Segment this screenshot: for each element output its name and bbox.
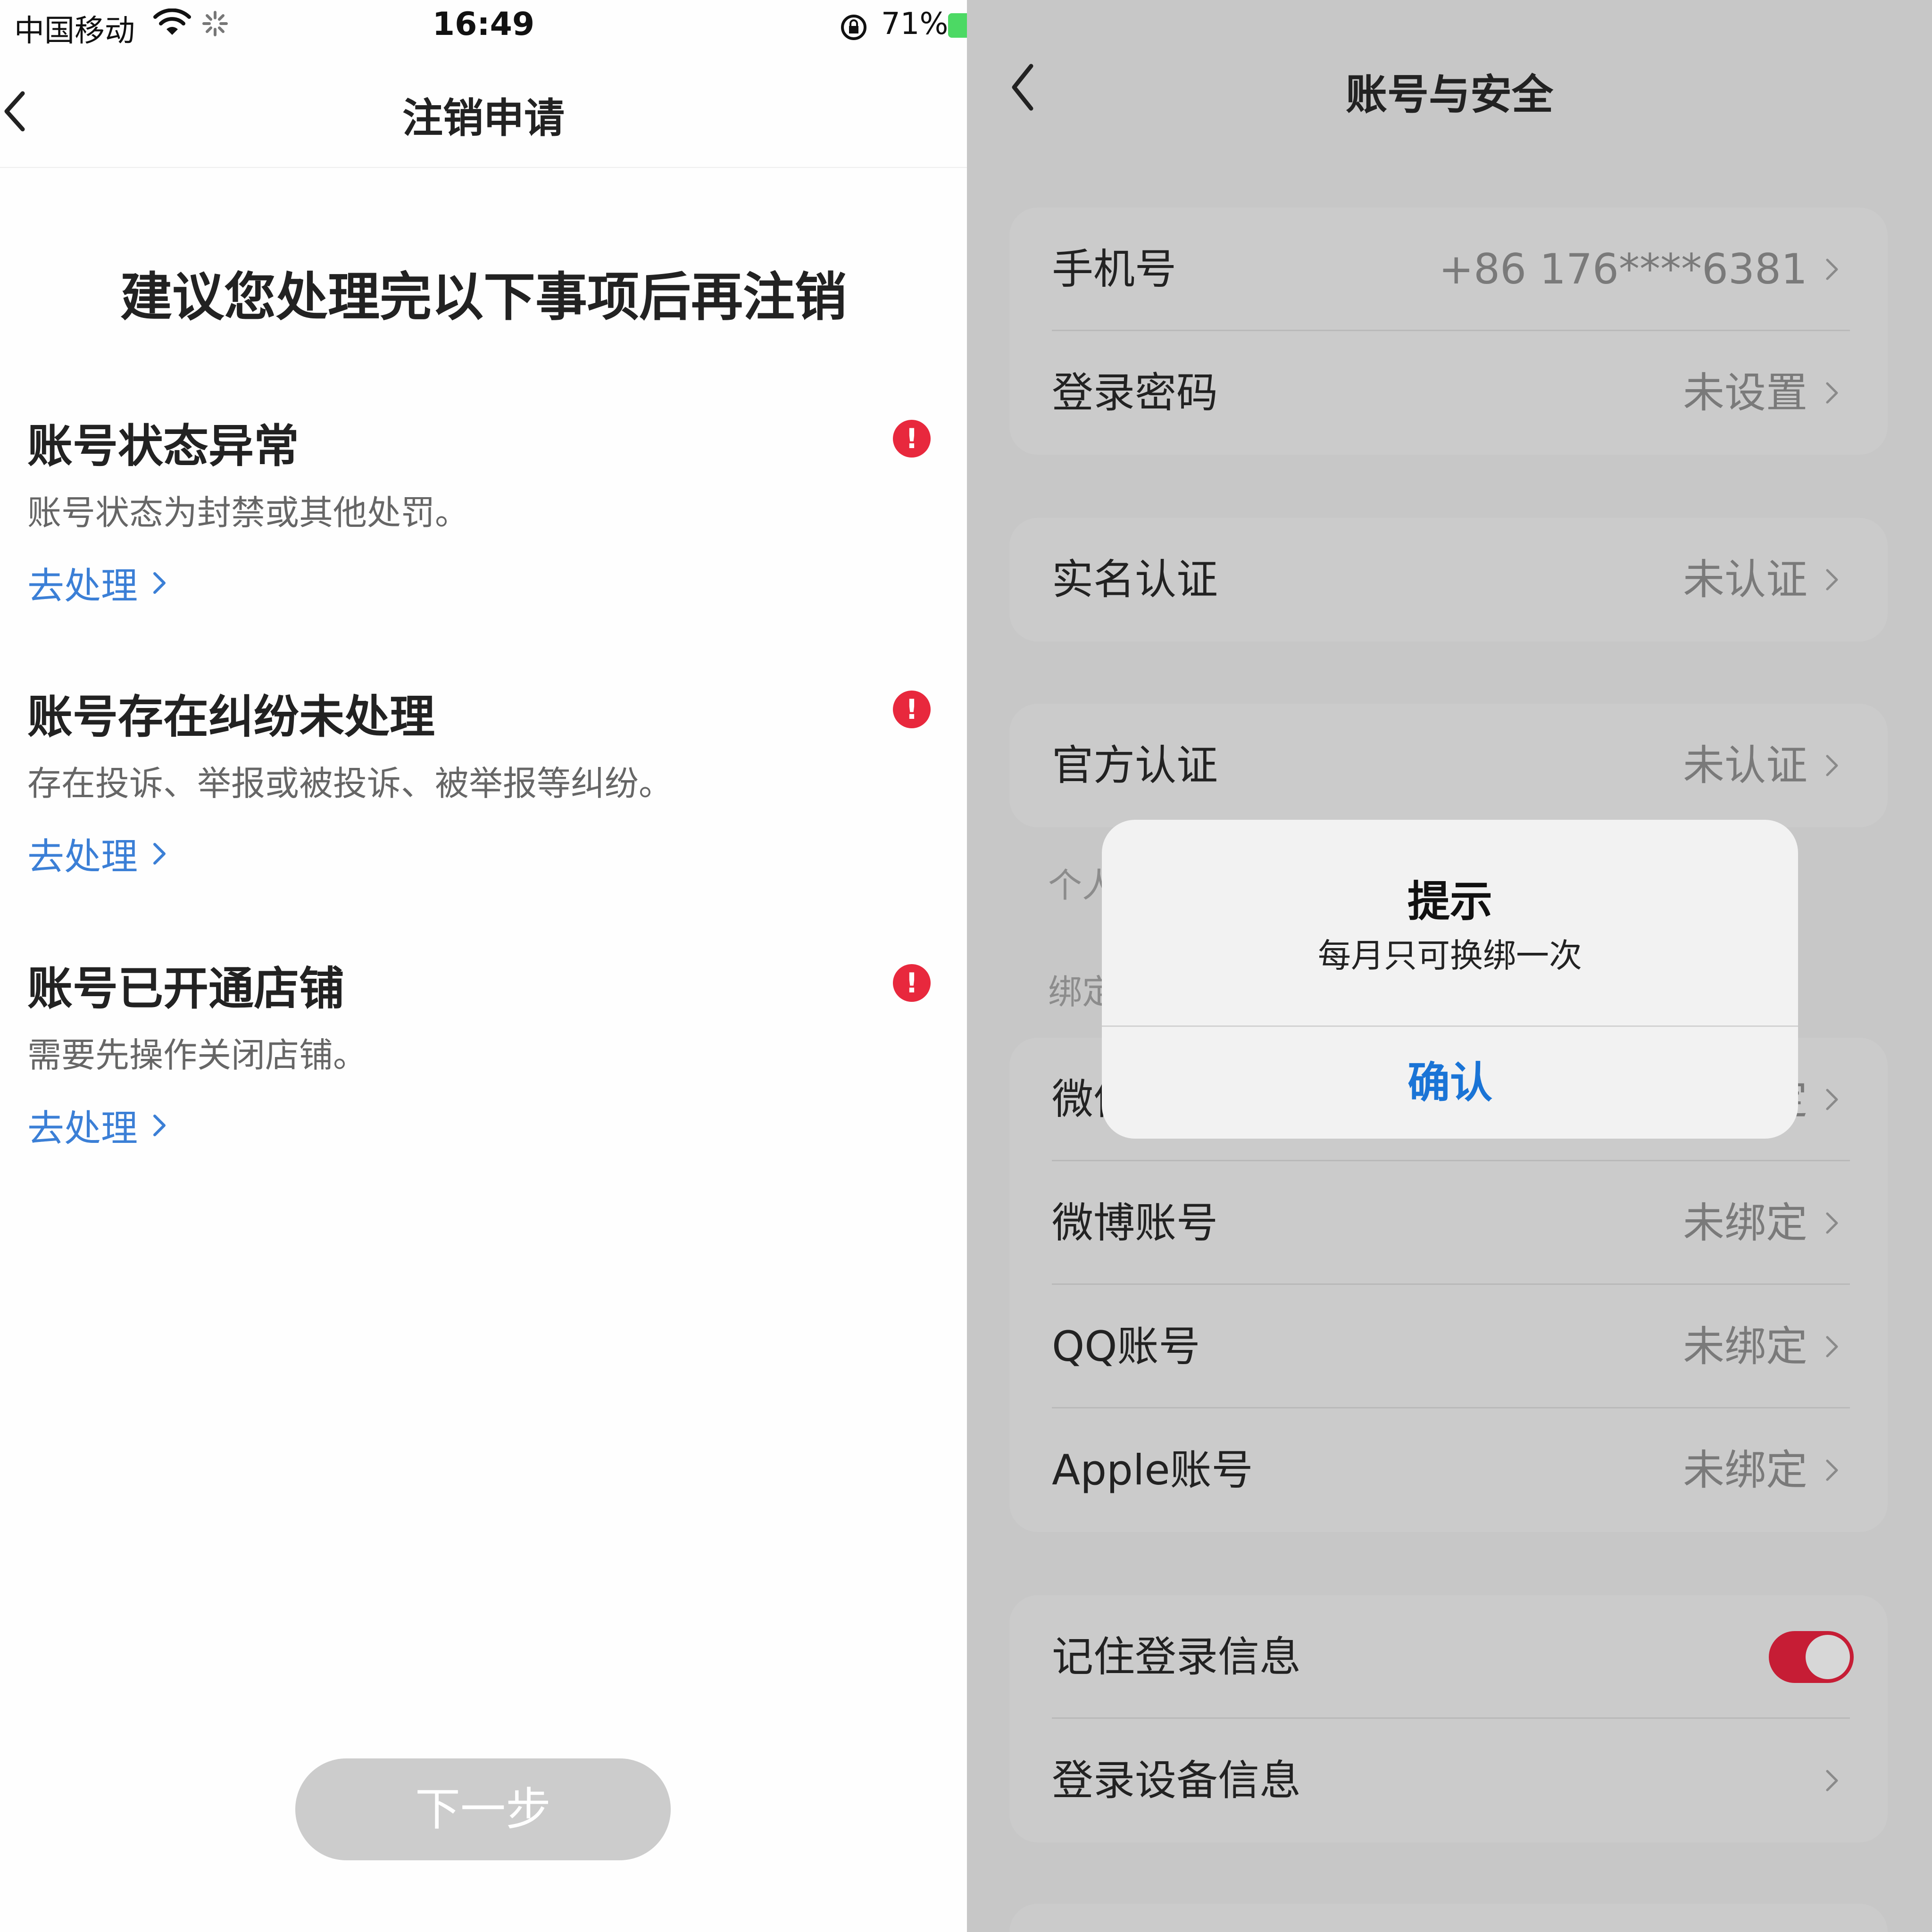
issue-title: 账号已开通店铺 [27,962,344,1015]
row-value: +86 176****6381 [1439,245,1807,293]
login-settings-card: 记住登录信息 登录设备信息 [1009,1595,1888,1842]
official-verification-card: 官方认证 未认证 [1009,704,1888,827]
chevron-right-icon [1826,258,1838,280]
row-value: 未绑定 [1682,1446,1807,1494]
chevron-right-icon [153,843,166,865]
row-label: 手机号 [1052,245,1177,293]
nav-divider [0,167,967,168]
cancel-account-screen: 中国移动 16:49 71% 注销申请 建议您处理完以下事项后再注销 账号状态异… [0,0,967,1932]
handle-issue-link[interactable]: 去处理 [27,827,169,880]
dialog-message: 每月只可换绑一次 [1318,936,1582,975]
page-title: 账号与安全 [1345,70,1553,119]
orientation-lock-icon [841,15,866,40]
chevron-right-icon [1826,1770,1838,1791]
chevron-right-icon [1826,1212,1838,1234]
alert-icon: ! [893,420,931,458]
row-value: 未绑定 [1682,1199,1807,1247]
issue-title: 账号状态异常 [27,420,299,473]
account-info-card: 手机号 +86 176****6381 登录密码 未设置 [1009,208,1888,455]
remember-login-row: 记住登录信息 [1009,1595,1888,1719]
alert-dialog: 提示 每月只可换绑一次 确认 [1102,820,1798,1139]
weibo-row[interactable]: 微博账号 未绑定 [1009,1161,1888,1285]
dialog-divider [1102,1025,1798,1027]
issue-description: 需要先操作关闭店铺。 [27,1035,367,1075]
row-label: 记住登录信息 [1052,1632,1301,1681]
chevron-right-icon [1826,1459,1838,1481]
handle-issue-link[interactable]: 去处理 [27,557,169,609]
issue-title: 账号存在纠纷未处理 [27,691,435,743]
confirm-button[interactable]: 确认 [1102,1027,1798,1139]
chevron-right-icon [153,1115,166,1136]
handle-issue-label: 去处理 [27,1108,138,1150]
row-value: 未设置 [1682,368,1807,417]
account-security-screen: 账号与安全 手机号 +86 176****6381 登录密码 未设置 实名认证 … [967,0,1932,1932]
real-name-verification-row[interactable]: 实名认证 未认证 [1009,518,1888,641]
chevron-right-icon [1826,755,1838,776]
row-value: 未认证 [1682,741,1807,790]
row-label: 微博账号 [1052,1199,1218,1247]
row-value: 未绑定 [1682,1322,1807,1371]
chevron-right-icon [1826,382,1838,404]
alert-icon: ! [893,691,931,728]
login-devices-row[interactable]: 登录设备信息 [1009,1719,1888,1842]
status-time: 16:49 [432,6,535,43]
qq-row[interactable]: QQ账号 未绑定 [1009,1285,1888,1408]
chevron-right-icon [153,572,166,594]
dialog-title: 提示 [1407,877,1492,926]
phone-number-row[interactable]: 手机号 +86 176****6381 [1009,208,1888,331]
row-label: Apple账号 [1052,1446,1253,1494]
official-verification-row[interactable]: 官方认证 未认证 [1009,704,1888,827]
headline: 建议您处理完以下事项后再注销 [120,267,847,327]
chevron-right-icon [1826,1089,1838,1110]
row-value: 未认证 [1682,555,1807,604]
battery-icon [948,13,967,38]
row-label: 登录密码 [1052,368,1218,417]
chevron-right-icon [1826,1336,1838,1357]
alert-icon: ! [893,964,931,1002]
page-title: 注销申请 [402,95,565,142]
issue-description: 存在投诉、举报或被投诉、被举报等纠纷。 [27,764,673,803]
apple-row[interactable]: Apple账号 未绑定 [1009,1408,1888,1532]
issue-description: 账号状态为封禁或其他处罚。 [27,493,469,533]
handle-issue-label: 去处理 [27,836,138,878]
remember-login-toggle[interactable] [1769,1631,1854,1683]
handle-issue-label: 去处理 [27,565,138,608]
row-label: 登录设备信息 [1052,1756,1301,1805]
status-battery-percent: 71% [881,7,949,42]
chevron-right-icon [1826,569,1838,591]
row-label: 官方认证 [1052,741,1218,790]
login-password-row[interactable]: 登录密码 未设置 [1009,331,1888,455]
toggle-knob [1806,1635,1850,1679]
real-name-card: 实名认证 未认证 [1009,518,1888,641]
row-label: 实名认证 [1052,555,1218,604]
next-step-button[interactable]: 下一步 [295,1758,671,1860]
handle-issue-link[interactable]: 去处理 [27,1099,169,1152]
next-card-peek [1009,1904,1888,1932]
row-label: QQ账号 [1052,1322,1200,1371]
